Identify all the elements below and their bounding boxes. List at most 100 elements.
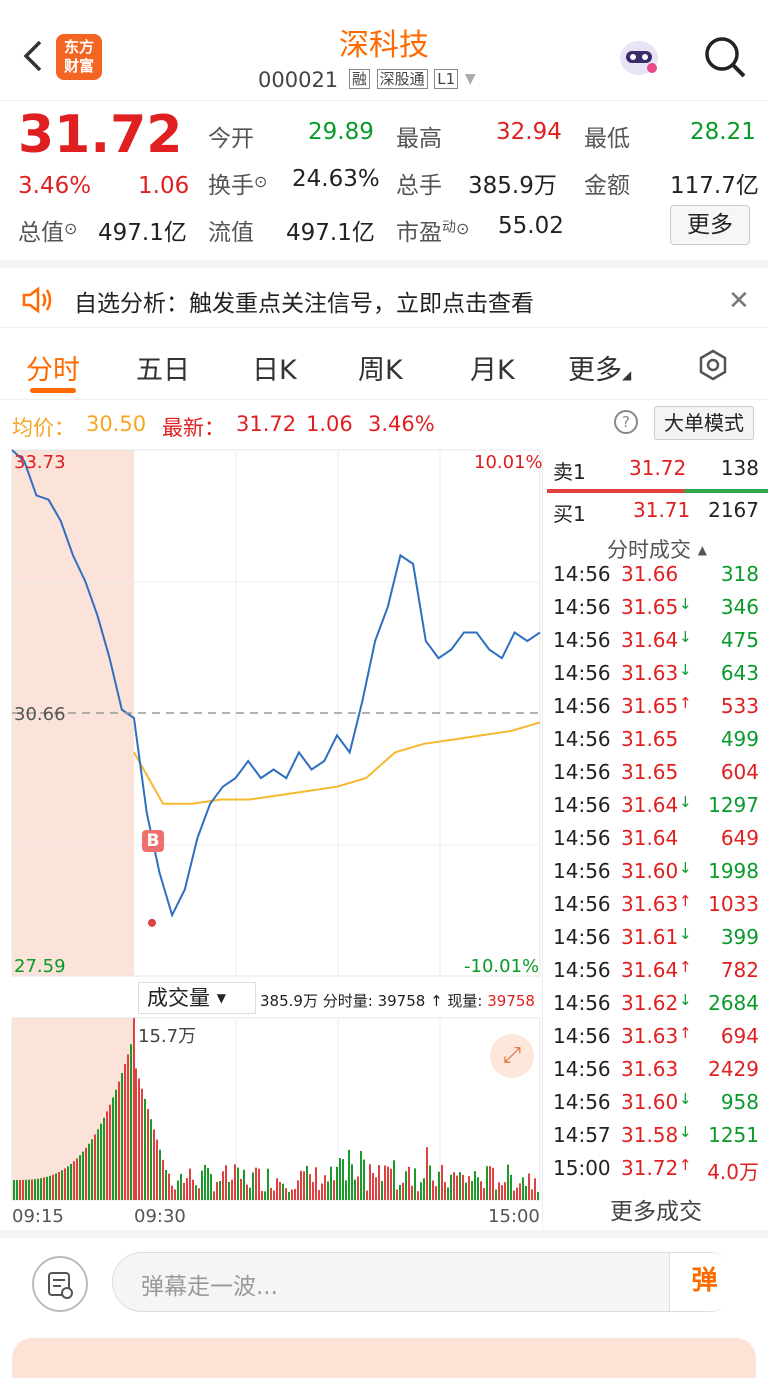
tab-intraday[interactable]: 分时: [26, 348, 80, 387]
more-trades-button[interactable]: 更多成交: [543, 1192, 768, 1226]
tab-weekly-k[interactable]: 周K: [358, 348, 403, 387]
tab-daily-k[interactable]: 日K: [252, 348, 297, 387]
volume-bar: [498, 1182, 500, 1200]
low-value: 28.21: [690, 119, 756, 145]
tab-five-day[interactable]: 五日: [136, 348, 190, 387]
latest-change: 1.06: [306, 412, 353, 436]
volume-bar: [351, 1164, 353, 1200]
trade-direction: ↑: [679, 1156, 692, 1174]
vol-dropdown-label: 成交量: [147, 986, 210, 1010]
volume-bar: [130, 1044, 132, 1200]
promo-strip[interactable]: [12, 1338, 756, 1378]
volume-bar: [150, 1119, 152, 1200]
volume-bar: [222, 1171, 224, 1200]
analysis-banner[interactable]: 自选分析：触发重点关注信号，立即点击查看 ✕: [0, 260, 768, 328]
volume-bar: [414, 1168, 416, 1200]
danmu-list-icon[interactable]: [32, 1256, 88, 1312]
volume-bar: [121, 1073, 123, 1200]
trade-direction: ↑: [679, 892, 692, 910]
trade-time: 14:56: [553, 562, 611, 586]
volume-bar: [100, 1123, 102, 1200]
tab-more[interactable]: 更多◢: [568, 348, 631, 387]
danmu-input[interactable]: 弹幕走一波... 弹: [112, 1252, 739, 1312]
search-icon[interactable]: [702, 34, 748, 80]
trade-time: 14:56: [553, 859, 611, 883]
trade-volume: 649: [720, 826, 759, 850]
vol-dropdown[interactable]: 成交量 ▼: [138, 982, 256, 1014]
trade-direction: ↓: [679, 1123, 692, 1141]
volume-bar: [447, 1187, 449, 1200]
volume-bar: [124, 1063, 126, 1200]
trade-time: 14:56: [553, 826, 611, 850]
vol-total: 385.9万: [260, 992, 318, 1010]
volume-bar: [88, 1143, 90, 1200]
tab-monthly-k[interactable]: 月K: [470, 348, 515, 387]
buy-marker[interactable]: B: [142, 830, 164, 852]
dropdown-caret-icon: ▼: [216, 991, 226, 1005]
volume-bar: [375, 1177, 377, 1200]
robot-avatar-icon[interactable]: [616, 36, 662, 80]
volume-bar: [456, 1175, 458, 1200]
trade-direction: ↓: [679, 661, 692, 679]
volume-bar: [171, 1185, 173, 1200]
stock-code: 000021: [258, 68, 339, 92]
chevron-down-icon[interactable]: ▼: [465, 71, 476, 87]
volume-bar: [219, 1180, 221, 1200]
x-open-label: 09:30: [134, 1206, 186, 1227]
volume-bar: [234, 1164, 236, 1200]
trade-time: 14:56: [553, 991, 611, 1015]
volume-bar: [429, 1165, 431, 1200]
trade-row: 14:56 31.60 ↓ 1998: [543, 859, 768, 892]
stock-code-row: 000021 融 深股通 L1 ▼: [258, 68, 476, 96]
volume-bar: [531, 1189, 533, 1200]
volume-bar: [207, 1167, 209, 1200]
y-bottom-label: 27.59: [14, 956, 66, 977]
volume-bar: [49, 1175, 51, 1200]
danmu-button[interactable]: 弹: [669, 1253, 739, 1311]
volume-bar: [273, 1190, 275, 1200]
trade-volume: 694: [720, 1024, 759, 1048]
help-icon[interactable]: ?: [614, 410, 638, 434]
trade-direction: ↑: [679, 958, 692, 976]
expand-icon[interactable]: ⤢: [490, 1034, 534, 1078]
trade-volume: 2684: [708, 991, 759, 1015]
trade-price: 31.64: [621, 958, 679, 982]
trade-volume: 958: [720, 1090, 759, 1114]
volume-label: 总手: [396, 173, 442, 199]
trade-direction: ↓: [679, 595, 692, 613]
volume-bar: [459, 1172, 461, 1200]
info-icon[interactable]: ⊙: [254, 172, 267, 191]
open-label: 今开: [208, 126, 254, 152]
turnover-label-text: 换手: [208, 173, 254, 199]
volume-bar: [216, 1181, 218, 1200]
trade-price: 31.60: [621, 1090, 679, 1114]
intraday-chart[interactable]: 33.73 30.66 27.59 10.01% -10.01% B 成交量 ▼…: [0, 448, 543, 1230]
volume-bar: [288, 1191, 290, 1200]
more-button[interactable]: 更多: [670, 205, 750, 245]
trades-title[interactable]: 分时成交 ▲: [607, 534, 707, 564]
trade-volume: 399: [720, 925, 759, 949]
close-icon[interactable]: ✕: [728, 286, 750, 316]
mktcap-value: 497.1亿: [98, 220, 187, 246]
volume-bar: [40, 1178, 42, 1200]
volume-bar: [450, 1174, 452, 1200]
trade-volume: 346: [720, 595, 759, 619]
trade-price: 31.65: [621, 595, 679, 619]
trade-row: 14:56 31.61 ↓ 399: [543, 925, 768, 958]
big-order-mode-button[interactable]: 大单模式: [654, 406, 754, 440]
volume-bar: [231, 1179, 233, 1200]
info-icon[interactable]: ⊙: [456, 219, 469, 238]
volume-bar: [243, 1169, 245, 1200]
settings-icon[interactable]: [696, 348, 730, 382]
info-icon[interactable]: ⊙: [64, 219, 77, 238]
volume-bar: [46, 1176, 48, 1200]
volume-bar: [330, 1166, 332, 1200]
volume-bar: [423, 1178, 425, 1200]
trade-volume: 2429: [708, 1057, 759, 1081]
volume-bar: [390, 1168, 392, 1200]
trade-price: 31.63: [621, 892, 679, 916]
trade-volume: 643: [720, 661, 759, 685]
trade-row: 14:56 31.66 318: [543, 562, 768, 595]
volume-bar: [435, 1186, 437, 1200]
float-value: 497.1亿: [286, 220, 375, 246]
